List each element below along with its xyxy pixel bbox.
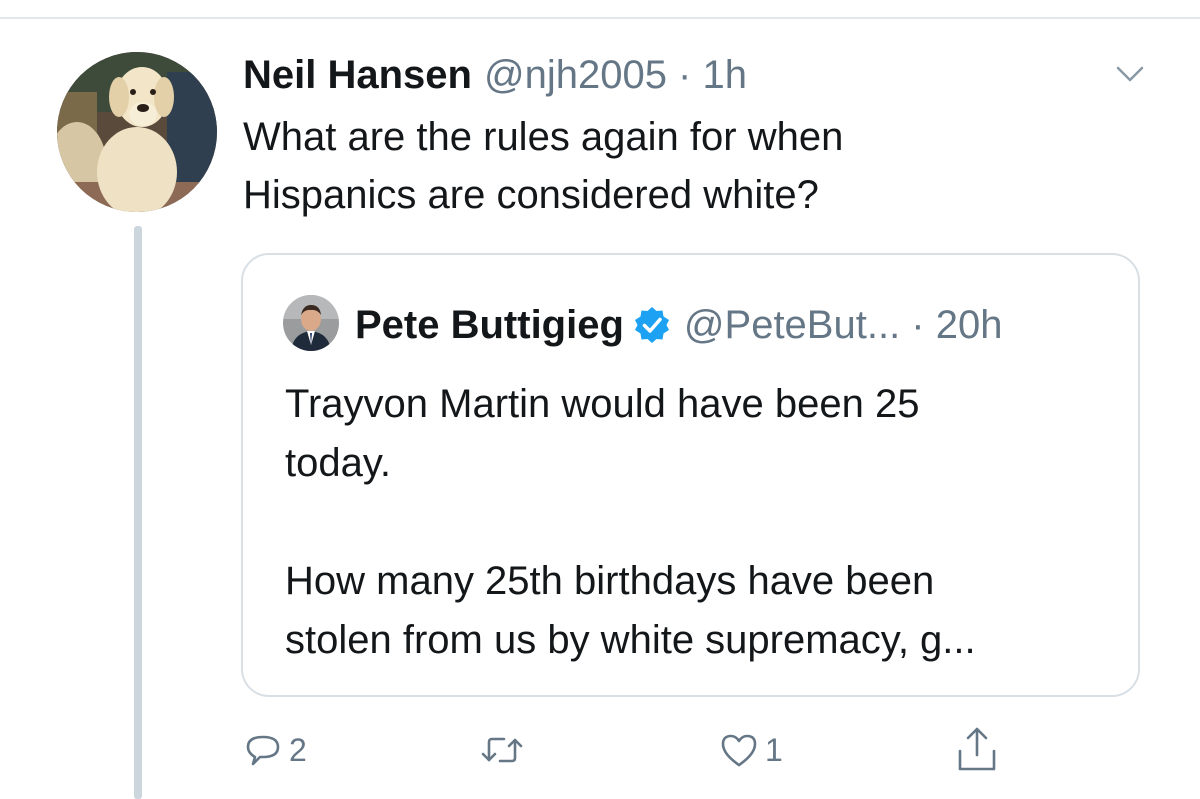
like-button[interactable]: 1 <box>719 725 783 775</box>
share-button[interactable] <box>955 725 999 775</box>
quoted-author-avatar <box>283 295 339 351</box>
heart-icon <box>721 734 757 767</box>
author-avatar[interactable] <box>57 52 217 212</box>
tweet-header: Neil Hansen @njh2005 · 1h <box>243 50 747 100</box>
tweet-menu-button[interactable] <box>1112 56 1148 92</box>
top-divider <box>0 17 1200 19</box>
reply-count: 2 <box>289 731 307 768</box>
quoted-tweet-text: Trayvon Martin would have been 25 today.… <box>285 382 976 662</box>
chevron-down-icon <box>1116 66 1144 82</box>
person-avatar-icon <box>283 295 339 351</box>
author-handle-time[interactable]: @njh2005 · 1h <box>484 50 747 100</box>
author-name[interactable]: Neil Hansen <box>243 50 472 100</box>
tweet-actions: 2 1 <box>243 725 1043 775</box>
retweet-icon <box>481 737 523 763</box>
quoted-tweet-card[interactable]: Pete Buttigieg @PeteBut... · 20h Trayvon… <box>241 253 1140 697</box>
tweet-screen: Neil Hansen @njh2005 · 1h What are the r… <box>0 0 1200 799</box>
dog-avatar-icon <box>57 52 217 212</box>
quoted-header: Pete Buttigieg @PeteBut... · 20h <box>355 299 1002 351</box>
thread-line <box>134 226 142 799</box>
like-count: 1 <box>765 731 783 768</box>
reply-button[interactable]: 2 <box>243 725 307 775</box>
reply-icon <box>246 735 280 766</box>
quoted-author-name: Pete Buttigieg <box>355 303 624 347</box>
tweet-text: What are the rules again for when Hispan… <box>243 115 844 217</box>
retweet-button[interactable] <box>480 725 530 775</box>
quoted-handle-time: @PeteBut... · 20h <box>683 303 1003 347</box>
share-icon <box>958 727 996 771</box>
verified-badge-icon <box>632 305 672 345</box>
